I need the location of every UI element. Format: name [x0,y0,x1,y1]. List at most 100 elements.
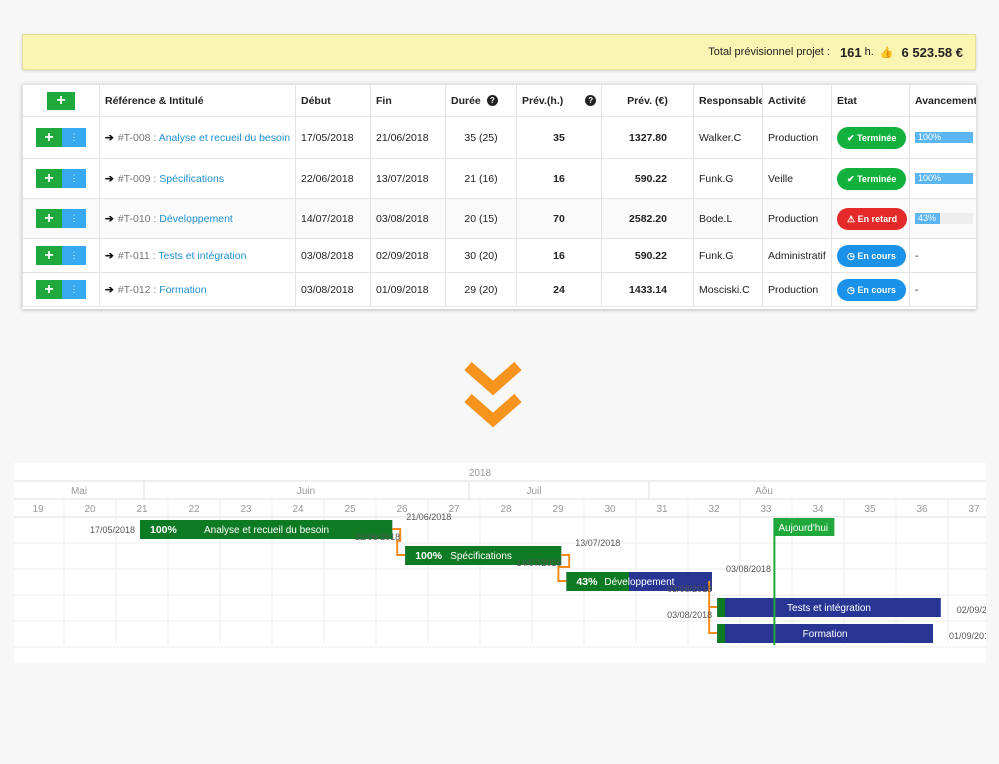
task-status: ◷ En cours [831,272,910,307]
gantt-bar-percent: 100% [415,550,443,562]
header-progress[interactable]: Avancement [909,84,977,117]
task-progress: 100% [909,116,977,159]
task-progress: - [909,238,977,273]
header-end[interactable]: Fin [370,84,446,117]
week-label: 28 [500,504,512,515]
task-start: 17/05/2018 [295,116,371,159]
row-menu-button[interactable]: ⋮ [62,128,86,147]
table-row[interactable]: + ⋮ ➔ #T-010 : Développement 14/07/2018 03/08… [22,198,977,239]
task-status: ✔ Terminée [831,116,910,159]
task-reference[interactable]: ➔ #T-010 : Développement [99,198,296,239]
task-reference[interactable]: ➔ #T-012 : Formation [99,272,296,307]
task-code: #T-010 [117,212,151,225]
status-icon: ✔ [847,132,855,143]
task-duration: 21 (16) [445,158,517,199]
separator: : [150,283,160,296]
status-icon: ⚠ [847,213,856,224]
gantt-end-date: 01/09/2018 [949,631,986,641]
add-subtask-button[interactable]: + [36,209,62,228]
task-title-link[interactable]: Spécifications [159,173,224,185]
gantt-bar-name: Développement [604,577,674,588]
gantt-start-date: 03/08/2018 [667,610,712,620]
task-title-link[interactable]: Formation [159,284,206,296]
status-badge[interactable]: ◷ En cours [837,278,906,301]
total-label: Total prévisionnel projet : [708,46,830,58]
week-label: 24 [292,504,304,515]
separator: : [150,172,160,185]
status-badge[interactable]: ✔ Terminée [837,167,907,190]
task-table: + Référence & Intitulé Début Fin Durée? … [22,84,977,309]
task-status: ✔ Terminée [831,158,910,199]
header-owner[interactable]: Responsable [693,84,763,117]
table-row[interactable]: + ⋮ ➔ #T-009 : Spécifications 22/06/2018 13/0… [22,158,977,199]
row-actions: + ⋮ [22,238,100,273]
task-end: 21/06/2018 [370,116,446,159]
add-subtask-button[interactable]: + [36,128,62,147]
header-planned-hours[interactable]: Prév.(h.)? [516,84,602,117]
header-status[interactable]: Etat [831,84,910,117]
week-label: 22 [188,504,200,515]
arrow-right-icon: ➔ [105,249,114,262]
gantt-bar-percent: 100% [150,524,178,536]
task-planned-hours: 16 [516,158,602,199]
week-label: 37 [968,504,980,515]
add-subtask-button[interactable]: + [36,169,62,188]
progress-label: 100% [918,132,942,142]
task-reference[interactable]: ➔ #T-009 : Spécifications [99,158,296,199]
task-title-link[interactable]: Développement [159,213,233,225]
task-planned-cost: 590.22 [601,158,694,199]
status-badge[interactable]: ✔ Terminée [837,126,907,149]
help-icon[interactable]: ? [486,95,498,107]
task-title-link[interactable]: Tests et intégration [158,250,246,262]
table-row[interactable]: + ⋮ ➔ #T-011 : Tests et intégration 03/08/20… [22,238,977,273]
header-start[interactable]: Début [295,84,371,117]
header-duration[interactable]: Durée? [445,84,517,117]
table-header: + Référence & Intitulé Début Fin Durée? … [22,84,977,117]
header-reference[interactable]: Référence & Intitulé [99,84,296,117]
task-owner: Mosciski.C [693,272,763,307]
month-label: Juil [526,486,541,497]
help-icon[interactable]: ? [585,95,597,107]
project-total-bar: Total prévisionnel projet : 161 h. 👍 6 5… [22,34,976,70]
row-menu-button[interactable]: ⋮ [62,169,86,188]
week-label: 31 [656,504,668,515]
task-planned-cost: 590.22 [601,238,694,273]
task-end: 02/09/2018 [370,238,446,273]
add-subtask-button[interactable]: + [36,246,62,265]
add-task-button[interactable]: + [47,91,75,110]
add-subtask-button[interactable]: + [36,280,62,299]
gantt-bar-name: Spécifications [450,551,512,562]
row-menu-button[interactable]: ⋮ [62,280,86,299]
task-code: #T-012 [117,283,151,296]
year-label: 2018 [469,468,492,479]
month-label: Aôu [755,486,773,497]
week-label: 34 [812,504,824,515]
row-menu-button[interactable]: ⋮ [62,209,86,228]
status-badge[interactable]: ◷ En cours [837,244,906,267]
week-label: 25 [344,504,356,515]
separator: : [150,131,159,144]
header-planned-cost[interactable]: Prév. (€) [601,84,694,117]
week-label: 30 [604,504,616,515]
task-planned-hours: 24 [516,272,602,307]
task-start: 22/06/2018 [295,158,371,199]
task-title-link[interactable]: Analyse et recueil du besoin [159,132,290,144]
header-activity[interactable]: Activité [762,84,832,117]
row-menu-button[interactable]: ⋮ [62,246,86,265]
status-label: En cours [857,284,896,295]
task-status: ◷ En cours [831,238,910,273]
progress-label: - [915,283,919,296]
table-row[interactable]: + ⋮ ➔ #T-012 : Formation 03/08/2018 01/09/201… [22,272,977,307]
total-hours: 161 [839,44,862,60]
gantt-start-date: 03/08/2018 [667,584,712,594]
task-reference[interactable]: ➔ #T-008 : Analyse et recueil du besoin [99,116,296,159]
task-progress: 100% [909,158,977,199]
task-activity: Production [762,116,832,159]
separator: : [150,212,160,225]
status-badge[interactable]: ⚠ En retard [837,207,908,230]
week-label: 19 [32,504,44,515]
week-label: 23 [240,504,252,515]
task-reference[interactable]: ➔ #T-011 : Tests et intégration [99,238,296,273]
gantt-bar-name: Analyse et recueil du besoin [204,525,329,536]
table-row[interactable]: + ⋮ ➔ #T-008 : Analyse et recueil du besoin… [22,116,977,159]
